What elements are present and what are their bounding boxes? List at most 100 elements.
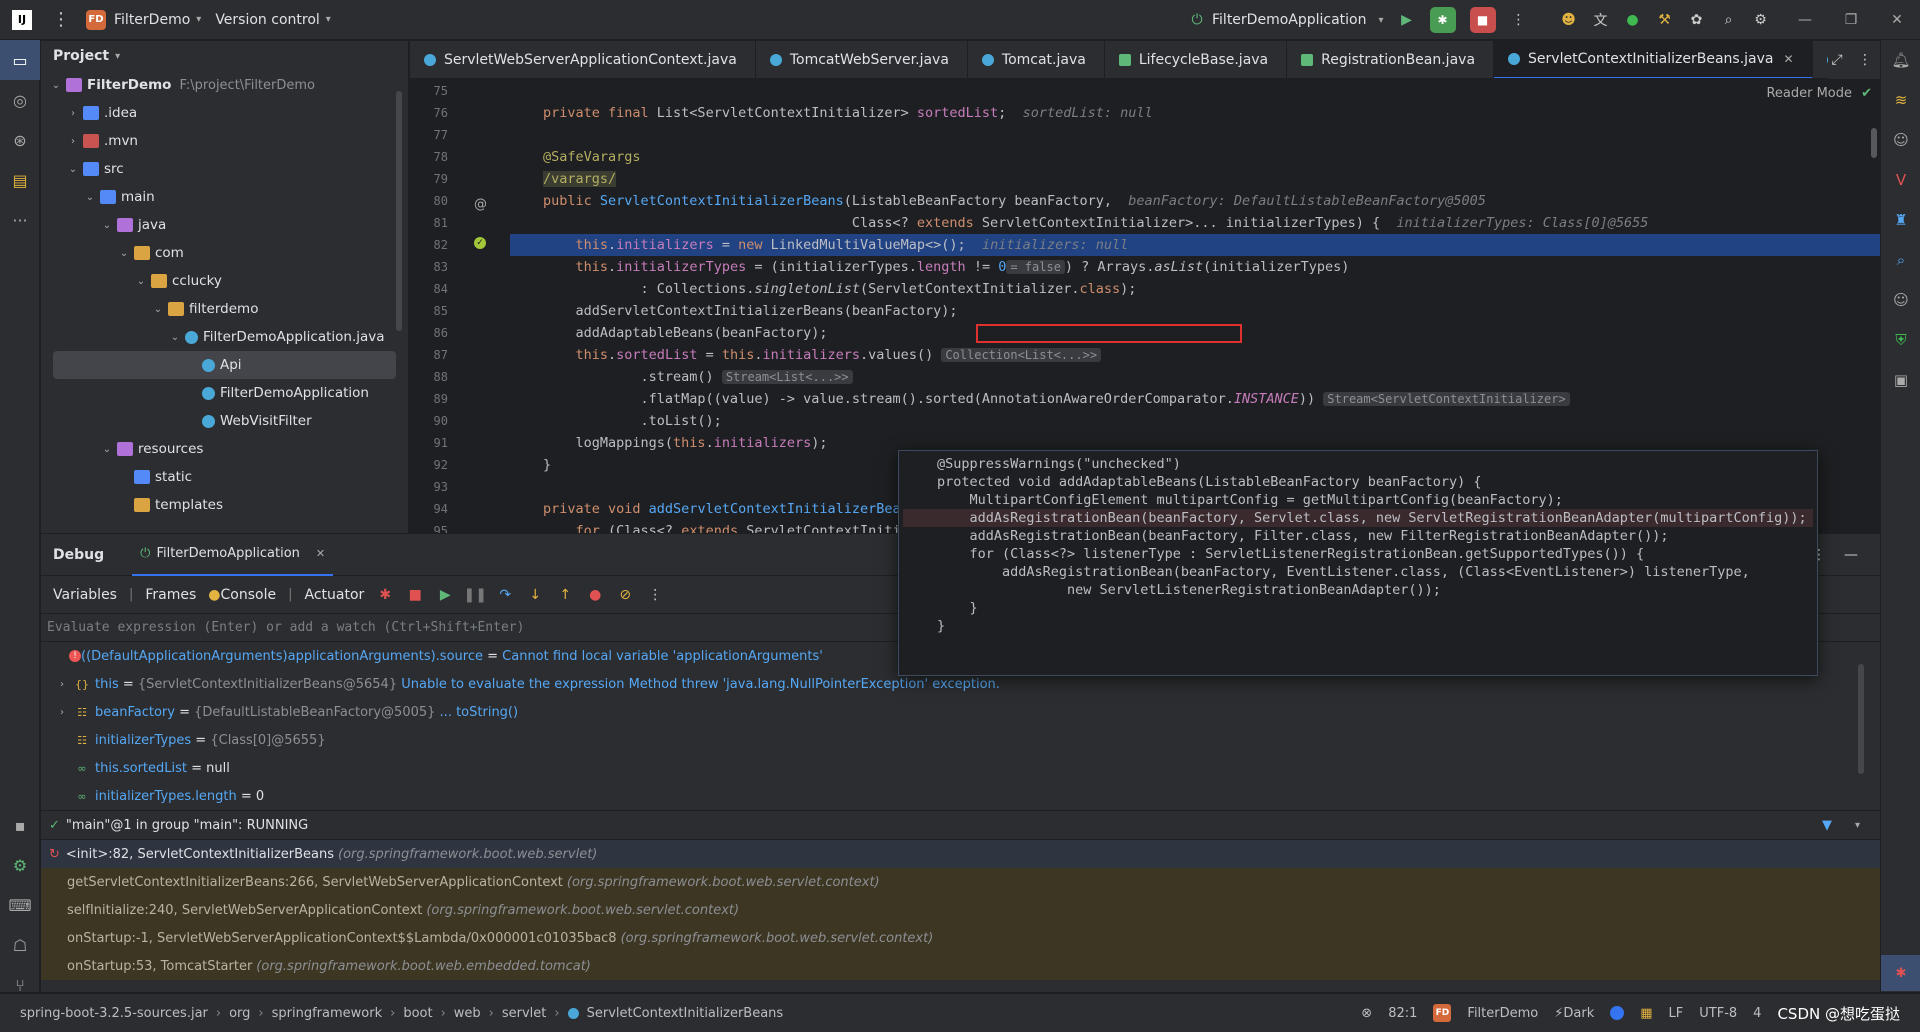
file-encoding[interactable]: UTF-8 <box>1699 1006 1737 1021</box>
minimize-panel-icon[interactable]: — <box>1842 546 1860 564</box>
notifications-icon[interactable]: 🔔︎ <box>1881 40 1920 80</box>
pause-icon[interactable]: ❚❚ <box>464 586 487 604</box>
tree-item[interactable]: ⌄ com <box>41 239 408 267</box>
line-number[interactable]: 81 <box>410 216 448 230</box>
debug-button[interactable]: ✱ <box>1429 7 1456 33</box>
rerun-debug-icon[interactable]: ✱ <box>376 586 394 604</box>
vue-icon[interactable]: V <box>1881 160 1920 200</box>
line-number[interactable]: 89 <box>410 392 448 406</box>
breadcrumb-item[interactable]: org <box>229 1006 250 1021</box>
bookmarks-tool-icon[interactable]: ▪ <box>0 805 40 845</box>
breadcrumb-item[interactable]: servlet <box>502 1006 547 1021</box>
line-number[interactable]: 78 <box>410 150 448 164</box>
debug-session-tab[interactable]: ⏻ FilterDemoApplication ✕ <box>132 534 334 576</box>
variable-row[interactable]: ∞ initializerTypes.length = 0 <box>41 782 1880 810</box>
breadcrumb-item[interactable]: boot <box>403 1006 432 1021</box>
settings-icon[interactable]: ⚙ <box>1752 11 1770 29</box>
minimize-icon[interactable]: — <box>1782 0 1828 40</box>
tree-toggle-icon[interactable]: ⌄ <box>134 276 148 287</box>
variable-value-detail[interactable]: Unable to evaluate the expression Method… <box>397 677 1000 692</box>
expand-icon[interactable]: › <box>55 679 69 690</box>
variable-row[interactable]: ☷ initializerTypes = {Class[0]@5655} <box>41 726 1880 754</box>
variable-value-detail[interactable]: ... toString() <box>435 705 519 720</box>
tree-toggle-icon[interactable]: › <box>66 108 80 119</box>
tree-item[interactable]: › .idea <box>41 99 408 127</box>
project-status[interactable]: FilterDemo <box>1467 1006 1538 1021</box>
main-menu-icon[interactable]: ⋮ <box>52 9 70 30</box>
structure-tool-icon[interactable]: ▤ <box>0 160 40 200</box>
line-number[interactable]: 84 <box>410 282 448 296</box>
override-marker-icon[interactable]: @ <box>474 197 487 212</box>
line-number[interactable]: 88 <box>410 370 448 384</box>
line-number[interactable]: 95 <box>410 524 448 533</box>
editor-tab[interactable]: ServletContextInitializerBeans.java ✕ <box>1494 41 1813 78</box>
breadcrumb-item[interactable]: springframework <box>272 1006 382 1021</box>
tree-toggle-icon[interactable]: ⌄ <box>100 444 114 455</box>
cursor-position[interactable]: 82:1 <box>1388 1006 1417 1021</box>
editor-tab[interactable]: LifecycleBase.java <box>1105 41 1288 78</box>
tree-item[interactable]: ⌄ filterdemo <box>41 295 408 323</box>
tree-item[interactable]: Api <box>53 351 396 379</box>
editor-tab[interactable]: TomcatWebServer.java <box>756 41 968 78</box>
line-number[interactable]: 85 <box>410 304 448 318</box>
services-tool-icon[interactable]: ⊛ <box>0 120 40 160</box>
more-icon[interactable]: ⋮ <box>646 586 664 604</box>
run-icon[interactable]: ▶ <box>1398 11 1416 29</box>
reader-mode-toggle[interactable]: Reader Mode <box>1766 86 1852 101</box>
ai-chat-icon[interactable]: ▣ <box>1881 360 1920 400</box>
problems-tool-icon[interactable]: ☖ <box>0 925 40 965</box>
variable-row[interactable]: › ☷ beanFactory = {DefaultListableBeanFact… <box>41 698 1880 726</box>
project-name[interactable]: FilterDemo <box>114 12 190 28</box>
line-number[interactable]: 92 <box>410 458 448 472</box>
tree-toggle-icon[interactable]: ⌄ <box>168 332 182 343</box>
stack-frame[interactable]: ↻ <init>:82, ServletContextInitializerBea… <box>41 840 1880 868</box>
restore-icon[interactable]: ❐ <box>1828 0 1874 40</box>
line-number[interactable]: 94 <box>410 502 448 516</box>
stop-icon[interactable]: ■ <box>406 586 424 604</box>
mute-breakpoints-icon[interactable]: ⊘ <box>616 586 634 604</box>
step-out-icon[interactable]: ↑ <box>556 586 574 604</box>
close-icon[interactable]: ✕ <box>316 547 325 560</box>
mute-icon[interactable]: ⊗ <box>1361 1006 1372 1021</box>
line-number[interactable]: 87 <box>410 348 448 362</box>
breadcrumb-item[interactable]: spring-boot-3.2.5-sources.jar <box>20 1006 208 1021</box>
step-over-icon[interactable]: ↷ <box>496 586 514 604</box>
tree-item[interactable]: ⌄ resources <box>41 435 408 463</box>
line-number[interactable]: 93 <box>410 480 448 494</box>
terminal-tool-icon[interactable]: ⌨ <box>0 885 40 925</box>
chevron-down-icon[interactable]: ▾ <box>1855 820 1860 831</box>
chevron-down-icon[interactable]: ▾ <box>196 14 201 25</box>
more-icon[interactable]: ⋮ <box>1856 51 1874 69</box>
tree-item[interactable]: static <box>41 463 408 491</box>
stack-frame[interactable]: onStartup:53, TomcatStarter (org.springfr… <box>41 952 1880 980</box>
breadcrumb-item[interactable]: web <box>454 1006 481 1021</box>
line-number[interactable]: 90 <box>410 414 448 428</box>
line-number[interactable]: 76 <box>410 106 448 120</box>
theme-status[interactable]: ⚡︎Dark <box>1554 1006 1594 1021</box>
tab-frames[interactable]: Frames <box>145 587 196 603</box>
copilot-icon[interactable]: ☺ <box>1881 120 1920 160</box>
tree-item[interactable]: ⌄ FilterDemoApplication.java <box>41 323 408 351</box>
tree-toggle-icon[interactable]: ⌄ <box>151 304 165 315</box>
tab-actuator[interactable]: Actuator <box>304 587 364 603</box>
tree-toggle-icon[interactable]: ⌄ <box>66 164 80 175</box>
project-badge[interactable]: FD <box>86 9 106 30</box>
shield-icon[interactable]: ⛨ <box>1881 320 1920 360</box>
line-number[interactable]: 75 <box>410 84 448 98</box>
tree-item[interactable]: FilterDemoApplication <box>41 379 408 407</box>
editor-tab[interactable]: RegistrationBean.java <box>1287 41 1495 78</box>
line-number[interactable]: 82 <box>410 238 448 252</box>
editor-scrollbar[interactable] <box>1871 128 1877 158</box>
expand-icon[interactable]: › <box>55 707 69 718</box>
line-number[interactable]: 80 <box>410 194 448 208</box>
tree-item[interactable]: ⌄ FilterDemo F:\project\FilterDemo <box>41 71 408 99</box>
inspection-ok-icon[interactable]: ✔ <box>1861 86 1872 101</box>
editor-gutter[interactable]: 75 76 77 78 79 80 81 82 83 84 85 86 87 88 89 90 91 92 93 94… <box>410 80 510 533</box>
assistant-icon[interactable]: ☺ <box>1881 280 1920 320</box>
editor-tab[interactable]: Tomcat.java <box>968 41 1105 78</box>
tree-toggle-icon[interactable]: ⌄ <box>117 248 131 259</box>
find-icon[interactable]: ⌕ <box>1881 240 1920 280</box>
ai-assistant-icon[interactable]: ✿ <box>1688 11 1706 29</box>
line-number[interactable]: 86 <box>410 326 448 340</box>
editor-tab[interactable]: ServletWebServerApplicationContext.java <box>410 41 756 78</box>
